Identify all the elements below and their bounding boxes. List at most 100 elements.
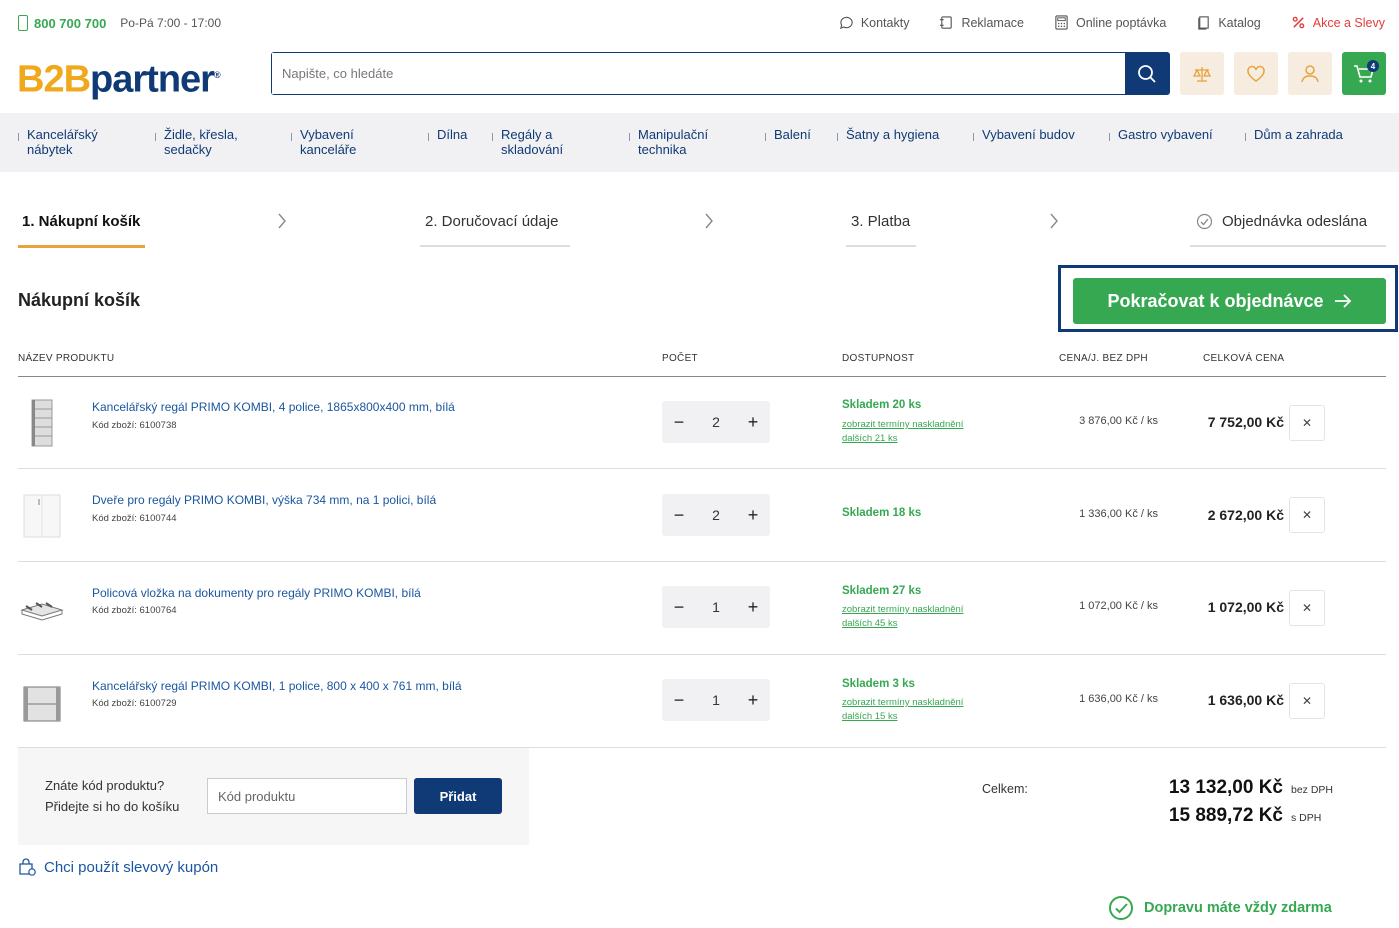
stock-more-link[interactable]: dalších 45 ks bbox=[842, 617, 897, 631]
category-dum-zahrada[interactable]: Dům a zahrada bbox=[1245, 127, 1343, 142]
top-link-label: Reklamace bbox=[961, 15, 1024, 30]
stock-dates-link[interactable]: zobrazit termíny naskladnění bbox=[842, 696, 963, 710]
top-link-label: Online poptávka bbox=[1075, 15, 1167, 30]
top-link-poptavka[interactable]: Online poptávka bbox=[1054, 15, 1166, 30]
stock-more-link[interactable]: dalších 21 ks bbox=[842, 432, 897, 446]
top-link-reklamace[interactable]: Reklamace bbox=[939, 15, 1024, 30]
search-input[interactable] bbox=[272, 53, 1125, 94]
column-header-total: CELKOVÁ CENA bbox=[1203, 353, 1285, 364]
unit-price: 1 336,00 Kč / ks bbox=[1079, 508, 1158, 520]
quantity-value[interactable]: 1 bbox=[712, 692, 720, 708]
decrease-qty-button[interactable]: − bbox=[670, 597, 688, 617]
continue-to-order-button[interactable]: Pokračovat k objednávce bbox=[1073, 278, 1386, 324]
stock-dates-link[interactable]: zobrazit termíny naskladnění bbox=[842, 603, 963, 617]
opening-hours: Po-Pá 7:00 - 17:00 bbox=[120, 16, 222, 30]
step-delivery[interactable]: 2. Doručovací údaje bbox=[425, 213, 558, 230]
unit-price: 3 876,00 Kč / ks bbox=[1079, 415, 1158, 427]
increase-qty-button[interactable]: + bbox=[744, 412, 762, 432]
category-zidle[interactable]: Židle, křesla, sedačky bbox=[155, 127, 238, 157]
phone-contact[interactable]: 800 700 700 Po-Pá 7:00 - 17:00 bbox=[18, 15, 221, 31]
remove-item-button[interactable]: ✕ bbox=[1289, 590, 1325, 626]
chevron-right-icon bbox=[278, 213, 286, 229]
category-satny[interactable]: Šatny a hygiena bbox=[836, 127, 939, 142]
add-product-button[interactable]: Přidat bbox=[414, 778, 502, 814]
category-baleni[interactable]: Balení bbox=[765, 127, 811, 142]
step-order-sent-underline bbox=[1190, 245, 1386, 247]
stock-status: Skladem 3 ks bbox=[842, 678, 915, 690]
close-icon: ✕ bbox=[1301, 508, 1313, 522]
arrow-right-icon bbox=[1334, 294, 1351, 308]
chevron-right-icon bbox=[705, 213, 713, 229]
category-gastro[interactable]: Gastro vybavení bbox=[1109, 127, 1213, 142]
add-by-code-hint: Přidejte si ho do košíku bbox=[45, 799, 180, 814]
remove-item-button[interactable]: ✕ bbox=[1289, 405, 1325, 441]
search-button[interactable] bbox=[1125, 53, 1169, 94]
increase-qty-button[interactable]: + bbox=[744, 505, 762, 525]
quantity-value[interactable]: 2 bbox=[712, 507, 720, 523]
remove-item-button[interactable]: ✕ bbox=[1289, 683, 1325, 719]
phone-icon bbox=[18, 15, 28, 31]
step-payment[interactable]: 3. Platba bbox=[851, 213, 910, 230]
stock-more-link[interactable]: dalších 15 ks bbox=[842, 710, 897, 724]
decrease-qty-button[interactable]: − bbox=[670, 412, 688, 432]
phone-number[interactable]: 800 700 700 bbox=[34, 16, 106, 31]
top-link-kontakty[interactable]: Kontakty bbox=[839, 15, 909, 30]
cart-button[interactable]: 4 bbox=[1342, 52, 1386, 95]
product-thumbnail bbox=[20, 602, 64, 621]
search-bar bbox=[271, 52, 1170, 95]
quantity-value[interactable]: 1 bbox=[712, 599, 720, 615]
add-by-code-panel: Znáte kód produktu? Přidejte si ho do ko… bbox=[18, 748, 529, 845]
increase-qty-button[interactable]: + bbox=[744, 690, 762, 710]
step-cart-underline bbox=[18, 245, 145, 248]
site-logo[interactable]: B2Bpartner® bbox=[17, 55, 239, 100]
product-code-input[interactable] bbox=[207, 778, 407, 814]
top-link-akce[interactable]: Akce a Slevy bbox=[1291, 15, 1385, 30]
category-vybaveni-kancelare[interactable]: Vybavení kanceláře bbox=[290, 127, 356, 157]
wishlist-button[interactable] bbox=[1234, 52, 1278, 95]
check-circle-icon bbox=[1109, 896, 1133, 920]
decrease-qty-button[interactable]: − bbox=[670, 690, 688, 710]
category-dilna[interactable]: Dílna bbox=[427, 127, 467, 142]
product-name-link[interactable]: Kancelářský regál PRIMO KOMBI, 1 police,… bbox=[92, 679, 462, 693]
top-link-katalog[interactable]: Katalog bbox=[1196, 15, 1261, 30]
compare-button[interactable] bbox=[1180, 52, 1224, 95]
category-vybaveni-budov[interactable]: Vybavení budov bbox=[973, 127, 1075, 142]
step-order-sent[interactable]: Objednávka odeslána bbox=[1222, 213, 1367, 230]
product-name-link[interactable]: Dveře pro regály PRIMO KOMBI, výška 734 … bbox=[92, 493, 436, 507]
step-payment-underline bbox=[846, 245, 916, 247]
quantity-stepper: − 2 + bbox=[662, 401, 770, 443]
step-cart[interactable]: 1. Nákupní košík bbox=[22, 213, 140, 230]
search-icon bbox=[1138, 64, 1156, 83]
increase-qty-button[interactable]: + bbox=[744, 597, 762, 617]
catalog-icon bbox=[1198, 16, 1210, 30]
category-regaly[interactable]: Regály a skladování bbox=[491, 127, 563, 157]
top-link-label: Akce a Slevy bbox=[1312, 15, 1385, 30]
table-row: Kancelářský regál PRIMO KOMBI, 4 police,… bbox=[18, 376, 1386, 469]
quantity-stepper: − 2 + bbox=[662, 494, 770, 536]
remove-item-button[interactable]: ✕ bbox=[1289, 497, 1325, 533]
quantity-value[interactable]: 2 bbox=[712, 414, 720, 430]
user-icon bbox=[1301, 64, 1319, 82]
account-button[interactable] bbox=[1288, 52, 1332, 95]
product-name-link[interactable]: Kancelářský regál PRIMO KOMBI, 4 police,… bbox=[92, 400, 455, 414]
calculator-icon bbox=[1055, 15, 1068, 30]
line-total: 7 752,00 Kč bbox=[1207, 414, 1284, 430]
step-delivery-underline bbox=[420, 245, 570, 247]
column-header-unit-price: CENA/J. BEZ DPH bbox=[1059, 353, 1148, 364]
top-links: Kontakty Reklamace Online poptávka Katal… bbox=[839, 15, 1385, 30]
product-code: Kód zboží: 6100729 bbox=[92, 698, 177, 709]
stock-dates-link[interactable]: zobrazit termíny naskladnění bbox=[842, 418, 963, 432]
total-without-vat: 13 132,00 Kč bbox=[1168, 777, 1283, 798]
product-name-link[interactable]: Policová vložka na dokumenty pro regály … bbox=[92, 586, 421, 600]
page-title: Nákupní košík bbox=[18, 290, 141, 310]
coupon-link[interactable]: Chci použít slevový kupón bbox=[18, 858, 218, 876]
table-row: Policová vložka na dokumenty pro regály … bbox=[18, 562, 1386, 655]
close-icon: ✕ bbox=[1301, 694, 1313, 708]
line-total: 2 672,00 Kč bbox=[1207, 507, 1284, 523]
decrease-qty-button[interactable]: − bbox=[670, 505, 688, 525]
category-manipulacni-technika[interactable]: Manipulační technika bbox=[628, 127, 708, 157]
check-circle-icon bbox=[1196, 213, 1213, 230]
product-thumbnail bbox=[23, 494, 61, 538]
stock-status: Skladem 20 ks bbox=[842, 399, 922, 411]
category-kancelarsky-nabytek[interactable]: Kancelářský nábytek bbox=[18, 127, 98, 157]
